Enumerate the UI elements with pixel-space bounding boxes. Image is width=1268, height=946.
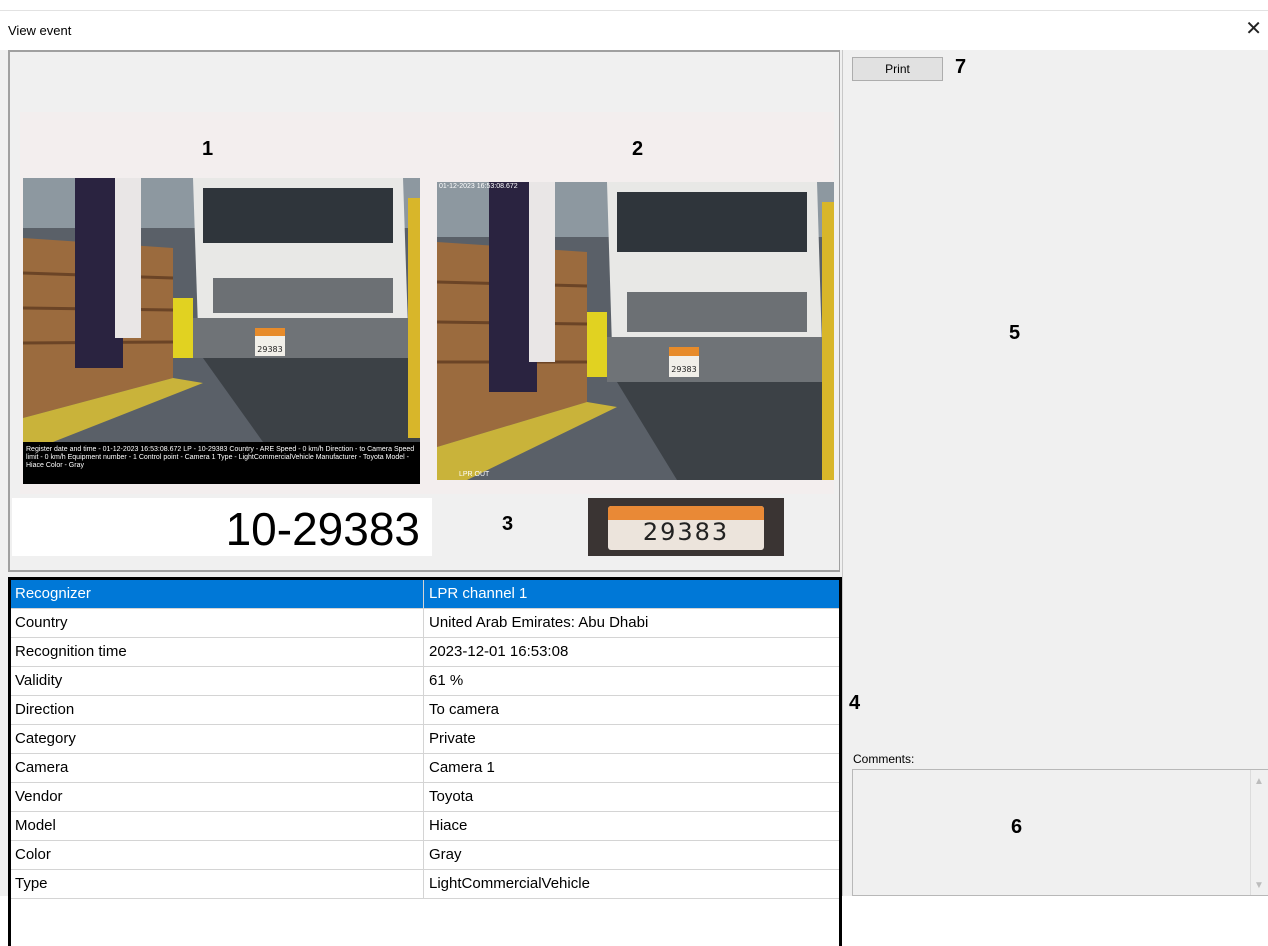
annotation-5: 5 [1009,322,1021,344]
first-frame-image[interactable]: 29383 Register date and time - 01-12-202… [23,178,420,484]
title-bar: View event ✕ [0,0,1268,50]
detail-value: Hiace [429,817,468,834]
first-frame-caption: Register date and time - 01-12-2023 16:5… [23,442,420,484]
right-pane: Print 7 5 4 Comments: 6 ▲ ▼ [842,50,1268,896]
second-frame-label: LPR OUT [459,471,490,478]
annotation-6: 6 [1011,816,1023,838]
annotation-3: 3 [502,513,514,535]
detail-value: 61 % [429,672,464,689]
annotation-4: 4 [849,692,861,714]
detail-value: LPR channel 1 [429,585,528,602]
details-row[interactable]: Country United Arab Emirates: Abu Dhabi [11,609,839,638]
annotation-1: 1 [202,138,214,160]
window-title: View event [8,23,72,38]
detail-value: Toyota [429,788,474,805]
detail-value: United Arab Emirates: Abu Dhabi [429,614,649,631]
detail-value: Private [429,730,476,747]
detail-value: To camera [429,701,500,718]
detail-value: Camera 1 [429,759,495,776]
annotation-2: 2 [632,138,644,160]
annotation-7: 7 [955,56,967,78]
detail-key: Recognition time [11,638,424,666]
second-frame-image[interactable]: 29383 01-12-2023 16:53:08.672 LPR OUT [437,182,834,480]
details-row[interactable]: Category Private [11,725,839,754]
detail-key: Validity [11,667,424,695]
plate-crop-image[interactable]: 29383 [588,498,784,556]
second-frame-card: 2 29383 01-12-2023 16:53:08.672 LPR OUT [432,112,834,494]
first-frame-card: 1 29383 Register date and time - 01-12-2… [20,112,432,494]
image-panel: 1 29383 Register date and time - 01-12-2… [8,50,840,572]
scroll-up-icon[interactable]: ▲ [1254,776,1264,787]
comments-scrollbar[interactable]: ▲ ▼ [1250,770,1268,895]
comments-label: Comments: [853,752,915,766]
details-row[interactable]: Camera Camera 1 [11,754,839,783]
plate-crop-text: 29383 [642,518,730,546]
detail-key: Camera [11,754,424,782]
detail-key: Country [11,609,424,637]
second-frame-timestamp: 01-12-2023 16:53:08.672 [439,183,518,190]
details-row[interactable]: Color Gray [11,841,839,870]
van-photo-2: 29383 [437,182,834,480]
svg-text:29383: 29383 [671,365,696,374]
plate-bar: 10-29383 3 29383 [12,498,838,558]
print-button[interactable]: Print [852,57,943,81]
details-row[interactable]: Vendor Toyota [11,783,839,812]
detail-key: Recognizer [11,580,424,608]
details-row[interactable]: Validity 61 % [11,667,839,696]
detail-key: Color [11,841,424,869]
event-details-grid[interactable]: Recognizer LPR channel 1 Country United Ar… [8,577,842,946]
close-icon[interactable]: ✕ [1245,18,1262,38]
van-photo-1: 29383 [23,178,420,442]
detail-key: Type [11,870,424,898]
details-row[interactable]: Recognizer LPR channel 1 [11,580,839,609]
detail-value: 2023-12-01 16:53:08 [429,643,569,660]
detail-value: Gray [429,846,462,863]
recognized-plate-number: 10-29383 [12,498,432,556]
details-row[interactable]: Recognition time 2023-12-01 16:53:08 [11,638,839,667]
detail-key: Vendor [11,783,424,811]
detail-value: LightCommercialVehicle [429,875,590,892]
scroll-down-icon[interactable]: ▼ [1254,880,1264,891]
top-divider [0,10,1268,11]
details-row[interactable]: Direction To camera [11,696,839,725]
detail-key: Model [11,812,424,840]
details-row[interactable]: Type LightCommercialVehicle [11,870,839,899]
detail-key: Direction [11,696,424,724]
left-pane: 1 29383 Register date and time - 01-12-2… [0,50,842,946]
details-row[interactable]: Model Hiace [11,812,839,841]
comments-textarea[interactable]: 6 ▲ ▼ [852,769,1268,896]
detail-key: Category [11,725,424,753]
svg-text:29383: 29383 [257,345,282,354]
